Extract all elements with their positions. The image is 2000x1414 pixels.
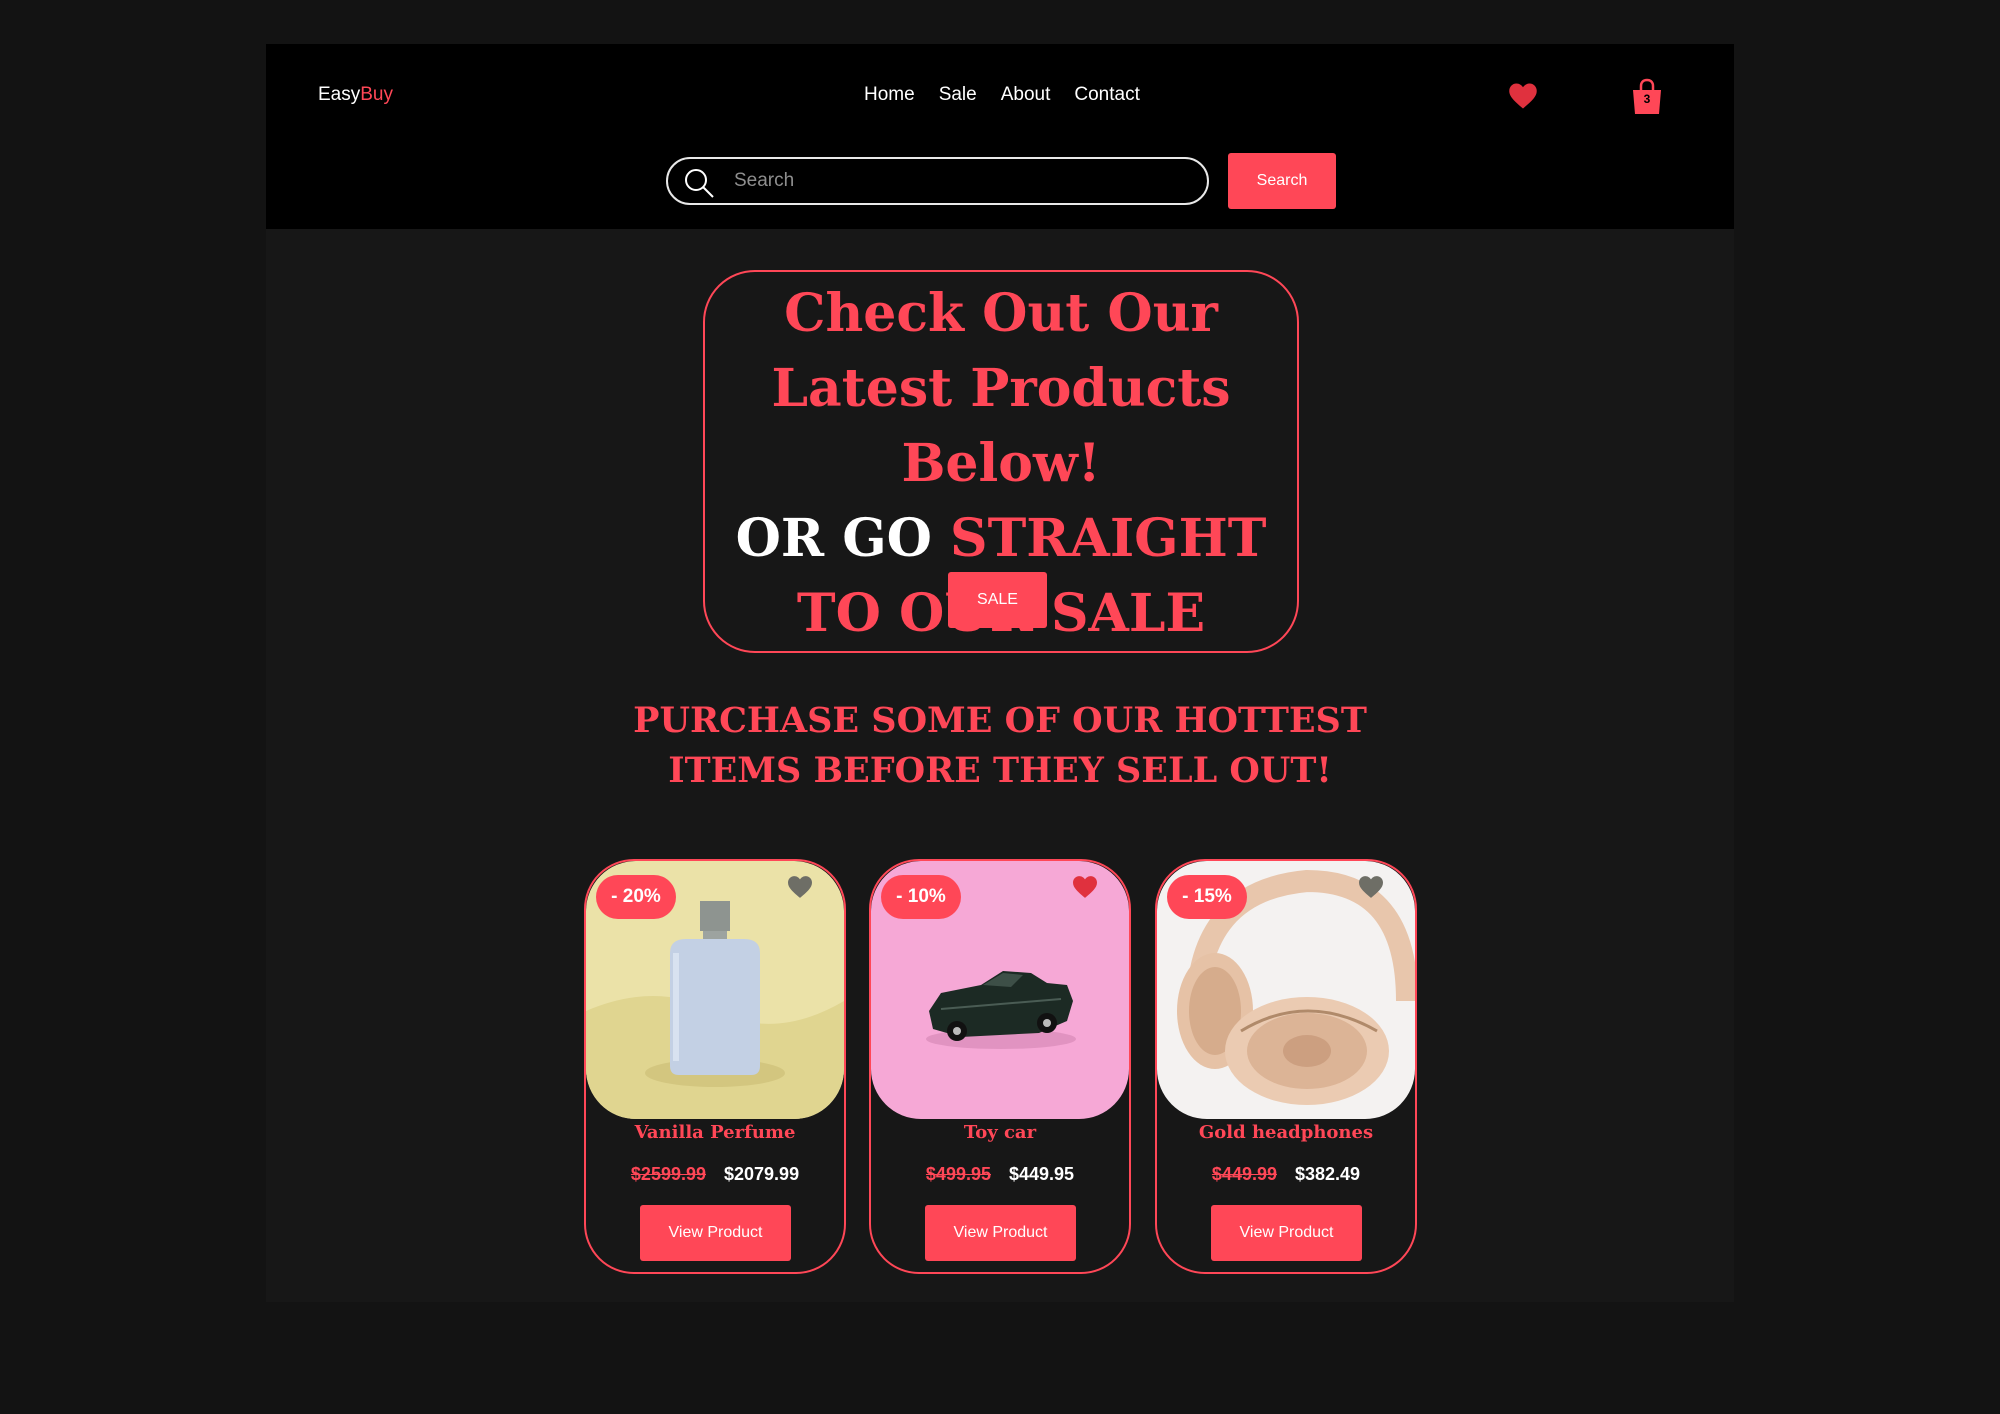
product-prices: $449.99 $382.49: [1157, 1164, 1415, 1185]
new-price: $449.95: [1009, 1164, 1075, 1184]
new-price: $382.49: [1295, 1164, 1361, 1184]
discount-badge: - 15%: [1167, 875, 1247, 919]
product-prices: $2599.99 $2079.99: [586, 1164, 844, 1185]
product-name: Vanilla Perfume: [634, 1122, 796, 1143]
search-field: [666, 157, 1209, 205]
product-prices: $499.95 $449.95: [871, 1164, 1129, 1185]
favorite-heart-icon[interactable]: [1071, 875, 1099, 899]
hero-title: Check Out Our Latest Products Below!: [771, 283, 1231, 494]
wishlist-heart-icon[interactable]: [1508, 82, 1538, 110]
discount-badge: - 20%: [596, 875, 676, 919]
view-product-button[interactable]: View Product: [640, 1205, 791, 1261]
cart-bag-icon[interactable]: 3: [1630, 78, 1664, 116]
header: EasyBuy Home Sale About Contact 3 Search…: [266, 44, 1734, 229]
logo-easy: Easy: [318, 84, 361, 105]
logo[interactable]: EasyBuy: [318, 84, 393, 106]
product-name: Gold headphones: [1198, 1122, 1374, 1143]
new-price: $2079.99: [724, 1164, 800, 1184]
old-price: $499.95: [925, 1164, 991, 1184]
nav-home[interactable]: Home: [864, 84, 915, 106]
favorite-heart-icon[interactable]: [1357, 875, 1385, 899]
product-card-headphones: - 15% Gold headphones $449.99 $382.49 Vi…: [1155, 859, 1417, 1274]
product-card-toy-car: - 10% Toy car $499.95 $449.95 View Produ…: [869, 859, 1131, 1274]
nav-about[interactable]: About: [1001, 84, 1051, 106]
page: EasyBuy Home Sale About Contact 3 Search…: [266, 44, 1734, 1302]
hero-banner: Check Out Our Latest Products Below! OR …: [703, 270, 1299, 653]
product-card-perfume: - 20% Vanilla Perfume $2599.99 $2079.99 …: [584, 859, 846, 1274]
nav-contact[interactable]: Contact: [1074, 84, 1139, 106]
favorite-heart-icon[interactable]: [786, 875, 814, 899]
logo-buy: Buy: [360, 84, 393, 105]
product-name: Toy car: [963, 1122, 1037, 1143]
hot-items-heading: PURCHASE SOME OF OUR HOTTEST ITEMS BEFOR…: [633, 700, 1367, 791]
search-button[interactable]: Search: [1228, 153, 1336, 209]
search-icon: [685, 169, 714, 198]
cart-count-badge: 3: [1643, 92, 1651, 106]
old-price: $2599.99: [630, 1164, 706, 1184]
discount-badge: - 10%: [881, 875, 961, 919]
old-price: $449.99: [1211, 1164, 1277, 1184]
view-product-button[interactable]: View Product: [1211, 1205, 1362, 1261]
view-product-button[interactable]: View Product: [925, 1205, 1076, 1261]
nav-sale[interactable]: Sale: [939, 84, 977, 106]
search-input[interactable]: [734, 167, 1184, 195]
main-nav: Home Sale About Contact: [864, 84, 1140, 106]
sale-button[interactable]: SALE: [948, 572, 1047, 628]
hero-subtitle-white: OR GO: [735, 508, 951, 569]
